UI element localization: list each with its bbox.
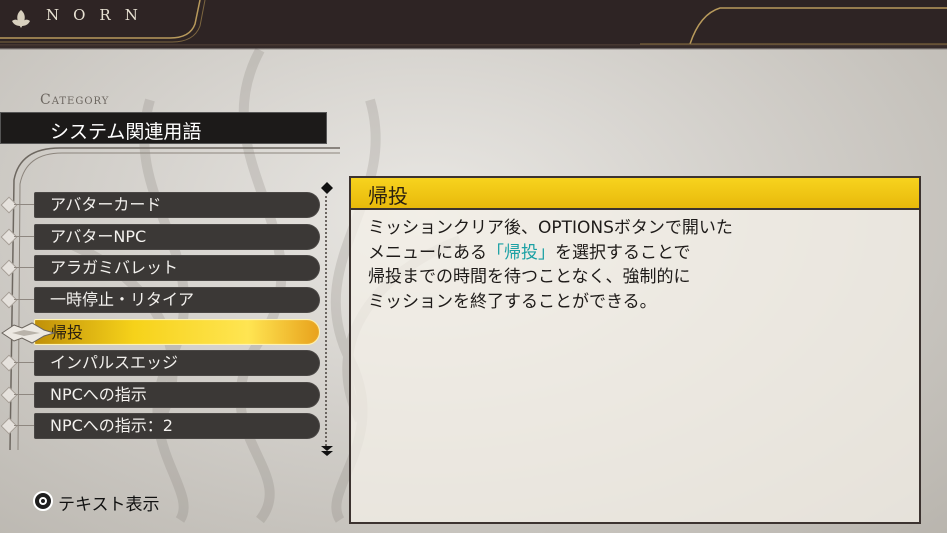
list-connector (14, 204, 34, 205)
detail-title: 帰投 (368, 184, 408, 208)
list-connector (14, 394, 34, 395)
norn-leaf-icon (12, 10, 30, 28)
show-text-label[interactable]: テキスト表示 (58, 490, 160, 515)
list-connector (14, 236, 34, 237)
brand-title: NORN (46, 6, 152, 24)
scrollbar-track[interactable] (325, 196, 329, 446)
list-item-impulse-edge[interactable]: インパルスエッジ (34, 350, 320, 376)
double-chevron-down-icon[interactable] (321, 444, 333, 458)
detail-header (349, 176, 921, 210)
list-item-avatar-npc[interactable]: アバターNPC (34, 224, 320, 250)
list-item-npc-orders-2[interactable]: NPCへの指示：2 (34, 413, 320, 439)
description-text: メニューにある (368, 242, 487, 263)
description-line: 帰投までの時間を待つことなく、強制的に (368, 267, 691, 287)
description-text: を選択することで (555, 242, 691, 263)
description-line: ミッションを終了することができる。 (368, 291, 657, 312)
detail-description: ミッションクリア後、OPTIONSボタンで開いた メニューにある「帰投」を選択す… (368, 216, 908, 314)
description-line: メニューにある「帰投」を選択することで (368, 241, 908, 266)
list-connector (14, 267, 34, 268)
list-connector (14, 362, 34, 363)
selection-cursor-icon (1, 322, 56, 344)
highlighted-term: 「帰投」 (487, 242, 555, 263)
list-item-return[interactable]: 帰投 (34, 319, 320, 345)
category-label: Category (40, 92, 110, 108)
list-item-pause-retire[interactable]: 一時停止・リタイア (34, 287, 320, 313)
list-connector (14, 299, 34, 300)
circle-button-icon[interactable] (33, 491, 53, 511)
list-item-npc-orders[interactable]: NPCへの指示 (34, 382, 320, 408)
list-item-avatar-card[interactable]: アバターカード (34, 192, 320, 218)
diamond-icon[interactable] (321, 182, 333, 194)
list-item-aragami-bullet[interactable]: アラガミバレット (34, 255, 320, 281)
list-connector (14, 425, 34, 426)
description-line: ミッションクリア後、OPTIONSボタンで開いた (368, 218, 733, 238)
